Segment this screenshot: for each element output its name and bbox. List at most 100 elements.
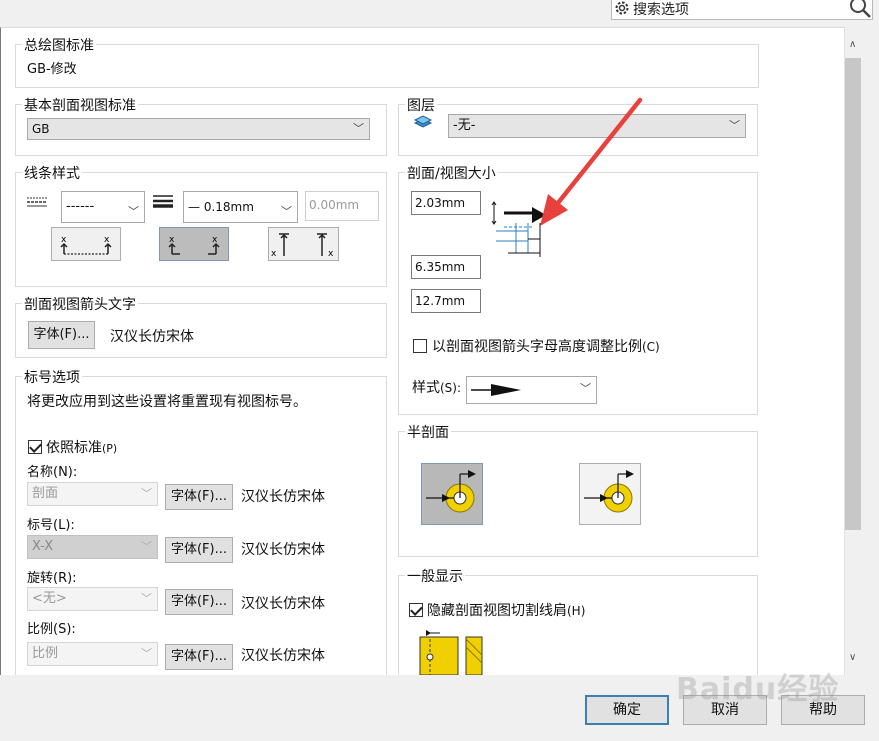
hide-cutline-shoulders-text: 隐藏剖面视图切割线肩 bbox=[427, 603, 567, 619]
cutline-style-3-icon: xx bbox=[271, 233, 334, 259]
scale-font-name: 汉仪长仿宋体 bbox=[241, 648, 325, 664]
scale-by-letter-height-text: 以剖面视图箭头字母高度调整比例 bbox=[432, 339, 642, 355]
arrow-style-label-text: 样式 bbox=[412, 380, 440, 396]
arrow-style-label: 样式(S): bbox=[412, 377, 461, 397]
section-size-title: 剖面/视图大小 bbox=[405, 163, 498, 183]
svg-text:x: x bbox=[104, 235, 110, 245]
svg-text:x: x bbox=[328, 249, 334, 259]
svg-text:x: x bbox=[271, 249, 277, 259]
per-standard-checkbox[interactable] bbox=[28, 440, 42, 454]
line-thickness-icon bbox=[153, 194, 173, 212]
per-standard-label: 依照标准(P) bbox=[46, 437, 117, 457]
name-font-button[interactable]: 字体(F)... bbox=[165, 484, 233, 510]
cutline-style-3-button[interactable]: xx bbox=[268, 227, 339, 261]
line-thickness-select[interactable]: — 0.18mm ﹀ bbox=[183, 191, 298, 223]
cutline-shoulders-preview-icon bbox=[418, 627, 488, 679]
overall-standard-group bbox=[15, 44, 759, 88]
name-label: 名称(N): bbox=[27, 465, 78, 480]
arrow-text-font-button[interactable]: 字体(F)... bbox=[28, 321, 95, 349]
gear-icon bbox=[614, 0, 630, 20]
cutline-style-2-button[interactable]: xx bbox=[159, 227, 229, 261]
half-section-option-1-button[interactable] bbox=[421, 463, 483, 525]
search-input[interactable]: 搜索选项 bbox=[633, 0, 689, 19]
per-standard-text: 依照标准 bbox=[46, 440, 102, 456]
line-thickness-value: — 0.18mm bbox=[188, 200, 254, 214]
cutline-style-2-icon: xx bbox=[168, 235, 220, 255]
arrow-text-font-name: 汉仪长仿宋体 bbox=[110, 329, 194, 345]
label-options-title: 标号选项 bbox=[22, 367, 82, 387]
search-icon[interactable] bbox=[848, 0, 874, 23]
layer-title: 图层 bbox=[405, 95, 437, 115]
half-section-2-icon bbox=[584, 470, 634, 513]
label-font-button[interactable]: 字体(F)... bbox=[165, 537, 233, 563]
chevron-down-icon: ﹀ bbox=[141, 647, 152, 660]
search-box[interactable]: 搜索选项 bbox=[611, 0, 873, 20]
arrow-total-length-field[interactable]: 12.7mm bbox=[411, 289, 481, 313]
arrow-style-select[interactable]: ﹀ bbox=[466, 376, 597, 404]
layer-icon bbox=[413, 114, 433, 134]
chevron-down-icon: ﹀ bbox=[281, 205, 292, 218]
help-button[interactable]: 帮助 bbox=[781, 695, 865, 725]
scroll-up-icon[interactable]: ∧ bbox=[849, 39, 856, 50]
half-section-option-2-button[interactable] bbox=[579, 463, 641, 525]
per-standard-hotkey: (P) bbox=[102, 442, 118, 455]
chevron-down-icon: ﹀ bbox=[353, 122, 364, 135]
filled-arrow-icon bbox=[471, 384, 521, 396]
scale-hotkey: (C) bbox=[642, 340, 660, 354]
scrollbar-thumb[interactable] bbox=[845, 58, 861, 530]
scale-by-letter-height-label: 以剖面视图箭头字母高度调整比例(C) bbox=[432, 336, 660, 356]
overall-standard-value: GB-修改 bbox=[27, 62, 77, 77]
rotation-value: <无> bbox=[32, 591, 67, 606]
half-section-title: 半剖面 bbox=[405, 422, 451, 442]
red-annotation-arrow-icon bbox=[536, 96, 646, 230]
line-dash-select[interactable]: ------ ﹀ bbox=[61, 191, 145, 223]
line-style-icon bbox=[27, 196, 47, 212]
half-section-1-icon bbox=[426, 470, 476, 513]
line-dash-value: ------ bbox=[66, 199, 95, 214]
scale-value: 比例 bbox=[32, 646, 59, 661]
arrow-text-title: 剖面视图箭头文字 bbox=[22, 294, 138, 314]
scroll-down-icon[interactable]: ∨ bbox=[849, 652, 856, 663]
name-font-name: 汉仪长仿宋体 bbox=[241, 489, 325, 505]
name-select[interactable]: 剖面 ﹀ bbox=[27, 482, 158, 506]
label-select[interactable]: X-X ﹀ bbox=[27, 535, 158, 559]
rotation-select[interactable]: <无> ﹀ bbox=[27, 587, 158, 611]
base-section-standard-select[interactable]: GB ﹀ bbox=[27, 118, 370, 140]
hide-shoulders-hotkey: (H) bbox=[567, 604, 586, 618]
label-value: X-X bbox=[32, 539, 54, 554]
hide-cutline-shoulders-checkbox[interactable] bbox=[409, 603, 423, 617]
base-section-standard-value: GB bbox=[32, 122, 50, 136]
custom-thickness-field[interactable]: 0.00mm bbox=[305, 191, 379, 221]
chevron-down-icon: ﹀ bbox=[141, 540, 152, 553]
label-font-name: 汉仪长仿宋体 bbox=[241, 542, 325, 558]
rotation-font-button[interactable]: 字体(F)... bbox=[165, 589, 233, 615]
rotation-label: 旋转(R): bbox=[27, 571, 77, 586]
cancel-button[interactable]: 取消 bbox=[683, 695, 767, 725]
arrow-length-field[interactable]: 6.35mm bbox=[411, 255, 481, 279]
cutline-style-1-button[interactable]: xx bbox=[51, 227, 121, 261]
ok-button[interactable]: 确定 bbox=[585, 695, 669, 725]
label-options-note: 将更改应用到这些设置将重置现有视图标号。 bbox=[27, 394, 307, 410]
line-style-title: 线条样式 bbox=[22, 163, 82, 183]
cutline-style-1-icon: xx bbox=[60, 235, 112, 255]
scale-font-button[interactable]: 字体(F)... bbox=[165, 644, 233, 670]
chevron-down-icon: ﹀ bbox=[128, 205, 139, 218]
label-label: 标号(L): bbox=[27, 518, 75, 533]
rotation-font-name: 汉仪长仿宋体 bbox=[241, 596, 325, 612]
arrow-style-hotkey: (S): bbox=[440, 381, 462, 395]
chevron-down-icon: ﹀ bbox=[580, 382, 591, 395]
name-value: 剖面 bbox=[32, 486, 59, 501]
overall-standard-title: 总绘图标准 bbox=[22, 35, 96, 55]
hide-cutline-shoulders-label: 隐藏剖面视图切割线肩(H) bbox=[427, 600, 585, 620]
arrow-width-field[interactable]: 2.03mm bbox=[411, 191, 481, 215]
chevron-down-icon: ﹀ bbox=[141, 487, 152, 500]
svg-text:x: x bbox=[212, 235, 218, 245]
base-section-standard-title: 基本剖面视图标准 bbox=[22, 95, 138, 115]
scale-select[interactable]: 比例 ﹀ bbox=[27, 642, 158, 666]
chevron-down-icon: ﹀ bbox=[729, 119, 740, 132]
chevron-down-icon: ﹀ bbox=[141, 592, 152, 605]
scale-by-letter-height-checkbox[interactable] bbox=[413, 339, 427, 353]
layer-value: -无- bbox=[453, 118, 476, 133]
scale-label: 比例(S): bbox=[27, 622, 76, 637]
general-display-title: 一般显示 bbox=[405, 566, 465, 586]
